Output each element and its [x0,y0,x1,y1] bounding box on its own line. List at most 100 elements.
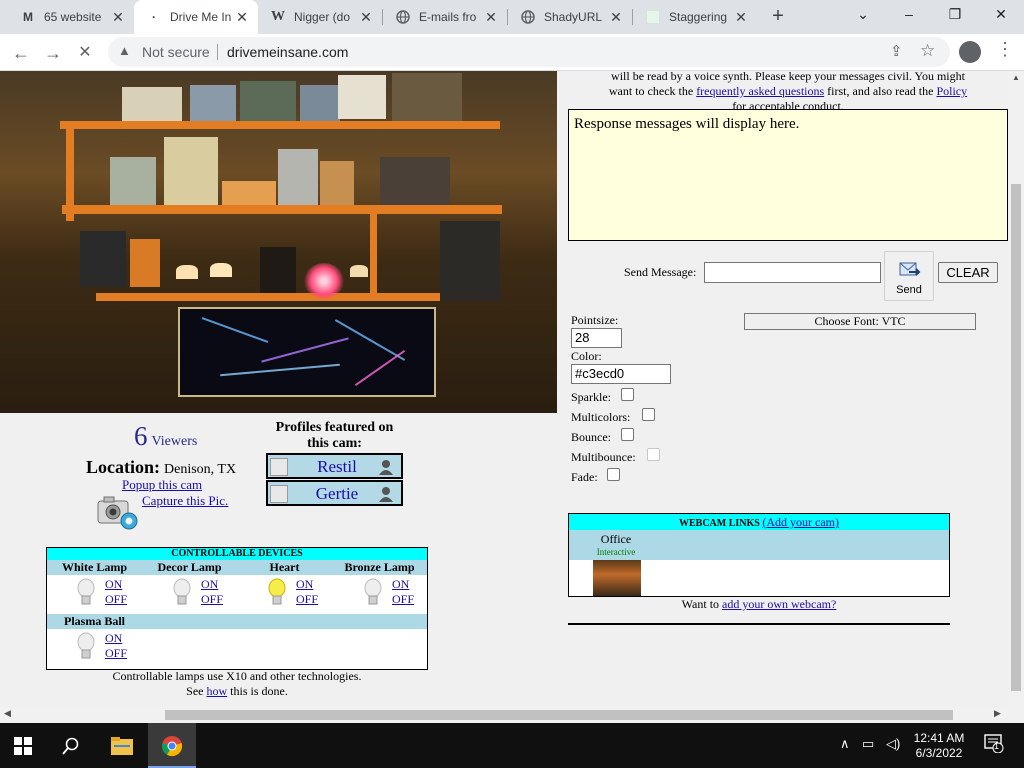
share-icon[interactable]: ⇪ [890,42,903,60]
forward-button[interactable]: → [40,40,66,66]
network-icon[interactable]: ▭ [862,736,874,752]
tab-close-icon[interactable]: ✕ [232,9,252,26]
minimize-button[interactable]: – [886,0,932,30]
note-text: See [186,684,204,698]
tab-title: ShadyURL [544,10,603,24]
page-content: 6 Viewers Location: Denison, TX Popup th… [0,71,1008,707]
scroll-up-icon[interactable]: ▲ [1012,73,1020,82]
file-explorer-icon[interactable] [109,733,135,759]
scroll-left-icon[interactable]: ◀ [4,708,11,719]
on-link[interactable]: ON [296,577,313,592]
horizontal-scrollbar[interactable]: ◀ ▶ [0,707,1008,723]
on-link[interactable]: ON [105,631,122,646]
tab-close-icon[interactable]: ✕ [731,9,751,26]
send-button-label: Send [896,284,922,296]
volume-icon[interactable]: ◁) [886,736,900,752]
lightbulb-off-icon [173,578,191,605]
color-label: Color: [571,349,602,363]
pointsize-label: Pointsize: [571,313,619,327]
webcam-type: Interactive [596,547,636,557]
kebab-menu-icon[interactable]: ⋮ [996,39,1014,60]
faq-link[interactable]: frequently asked questions [696,84,824,98]
lightbulb-off-icon [77,632,95,659]
tab-title: Nigger (do [294,10,351,24]
tab-title: 65 website [44,10,102,24]
multicolors-checkbox[interactable] [642,408,655,421]
tab-close-icon[interactable]: ✕ [108,9,128,26]
choose-font-button[interactable]: Choose Font: VTC [744,313,976,330]
off-link[interactable]: OFF [392,592,414,607]
location: Location: Denison, TX [86,457,236,478]
bookmark-star-icon[interactable]: ☆ [920,41,935,61]
scroll-thumb[interactable] [1011,184,1021,691]
back-button[interactable]: ← [8,40,34,66]
tab-staggering[interactable]: Staggering ✕ [633,0,757,34]
tab-shadyurl[interactable]: ShadyURL ✕ [508,0,632,34]
tab-wikipedia[interactable]: W Nigger (do ✕ [258,0,382,34]
profile-restil[interactable]: Restil [266,453,403,479]
capture-pic-link[interactable]: Capture this Pic. [142,493,228,509]
windows-start-icon[interactable] [10,733,36,759]
scroll-thumb[interactable] [165,710,953,720]
vertical-scrollbar[interactable]: ▲ [1008,71,1024,707]
profile-avatar-icon[interactable] [959,41,981,63]
tab-title: E-mails fro [419,10,477,24]
fade-checkbox[interactable] [607,468,620,481]
off-link[interactable]: OFF [105,646,127,661]
search-icon[interactable] [58,733,84,759]
how-link[interactable]: how [206,684,227,698]
tab-close-icon[interactable]: ✕ [481,9,501,26]
add-your-cam-link[interactable]: (Add your cam) [762,515,839,529]
address-bar[interactable]: ▲ Not secure drivemeinsane.com ⇪ ☆ [108,37,950,67]
notification-icon[interactable]: 1 [984,733,1004,756]
webcam-thumbnail[interactable] [593,560,641,596]
webcam-links-title: WEBCAM LINKS [679,518,760,529]
security-label[interactable]: Not secure [142,44,210,60]
tab-drive-me-insane[interactable]: · Drive Me In ✕ [134,0,258,34]
close-window-button[interactable]: ✕ [978,0,1024,30]
off-link[interactable]: OFF [296,592,318,607]
viewer-count: 6 Viewers [134,421,197,452]
stop-button[interactable]: ✕ [72,40,98,66]
scroll-right-icon[interactable]: ▶ [994,708,1001,719]
profile-name[interactable]: Restil [296,457,378,477]
device-name: Bronze Lamp [344,560,415,574]
profile-gertie[interactable]: Gertie [266,480,403,506]
on-link[interactable]: ON [201,577,218,592]
pointsize-input[interactable]: 28 [571,328,622,348]
url-text[interactable]: drivemeinsane.com [227,44,348,60]
popup-cam-link[interactable]: Popup this cam [122,477,202,493]
bounce-checkbox[interactable] [621,428,634,441]
on-link[interactable]: ON [392,577,409,592]
note-text: Want to [681,597,720,611]
restore-button[interactable]: ❐ [932,0,978,30]
tab-search-button[interactable]: ⌄ [840,0,886,30]
tab-65-websites[interactable]: M 65 website ✕ [8,0,134,34]
tab-close-icon[interactable]: ✕ [606,9,626,26]
off-link[interactable]: OFF [201,592,223,607]
webcam-image[interactable] [0,71,557,413]
globe-icon [395,9,411,25]
clear-button[interactable]: CLEAR [938,262,998,283]
policy-link[interactable]: Policy [936,84,967,98]
camera-icon[interactable] [96,493,140,533]
broken-image-icon [270,458,288,476]
tab-emails[interactable]: E-mails fro ✕ [383,0,507,34]
note-text: this is done. [230,684,288,698]
warning-icon[interactable]: ▲ [118,43,131,58]
sparkle-checkbox[interactable] [621,388,634,401]
color-input[interactable]: #c3ecd0 [571,364,671,384]
off-link[interactable]: OFF [105,592,127,607]
location-value: Denison, TX [164,462,237,477]
message-input[interactable] [704,262,881,283]
tab-close-icon[interactable]: ✕ [356,9,376,26]
on-link[interactable]: ON [105,577,122,592]
add-own-webcam-link[interactable]: add your own webcam? [722,597,836,611]
chrome-icon[interactable] [159,733,185,759]
webcam-name[interactable]: Office [591,532,641,547]
clock[interactable]: 12:41 AM 6/3/2022 [906,731,972,761]
send-button[interactable]: Send [884,251,934,301]
new-tab-button[interactable]: + [766,5,790,29]
profile-name[interactable]: Gertie [296,484,378,504]
chevron-up-icon[interactable]: ∧ [840,736,850,752]
